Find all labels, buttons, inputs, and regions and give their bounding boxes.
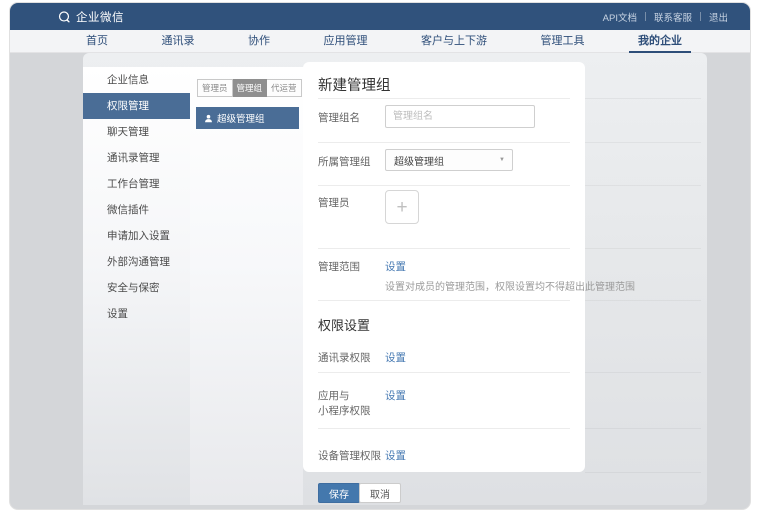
group-name-label: 管理组名	[318, 110, 360, 125]
divider	[318, 248, 570, 249]
divider	[318, 98, 570, 99]
form-title: 新建管理组	[318, 74, 391, 95]
sidebar-item-join-settings[interactable]: 申请加入设置	[83, 223, 190, 249]
group-list-item-super-admin[interactable]: 超级管理组	[196, 107, 299, 129]
tab-management-groups[interactable]: 管理组	[233, 79, 268, 97]
parent-group-selected-value: 超级管理组	[394, 153, 444, 168]
api-docs-link[interactable]: API文档	[595, 10, 645, 24]
background-divider	[585, 185, 701, 186]
admins-label: 管理员	[318, 195, 350, 210]
app-window: 企业微信 API文档 联系客服 退出 首页 通讯录 协作 应用管理 客户与上下游…	[10, 3, 750, 509]
background-divider	[585, 372, 701, 373]
scope-description: 设置对成员的管理范围，权限设置均不得超出此管理范围	[385, 278, 635, 293]
tab-administrators[interactable]: 管理员	[197, 79, 233, 97]
group-item-label: 超级管理组	[217, 111, 265, 125]
sidebar-item-permission-management[interactable]: 权限管理	[83, 93, 190, 119]
scope-set-link[interactable]: 设置	[385, 259, 406, 274]
app-permission-label-line2: 小程序权限	[318, 403, 371, 418]
group-tabs: 管理员 管理组 代运营 +	[190, 67, 303, 97]
nav-collaboration[interactable]: 协作	[248, 30, 270, 53]
sidebar-item-external-communication[interactable]: 外部沟通管理	[83, 249, 190, 275]
divider	[318, 185, 570, 186]
divider	[318, 300, 570, 301]
contacts-permission-set-link[interactable]: 设置	[385, 350, 406, 365]
nav-my-company[interactable]: 我的企业	[638, 30, 682, 53]
background-divider	[585, 98, 701, 99]
sidebar-item-workbench-management[interactable]: 工作台管理	[83, 171, 190, 197]
save-button[interactable]: 保存	[318, 483, 360, 503]
background-divider	[585, 300, 701, 301]
add-admin-button[interactable]: +	[385, 190, 419, 224]
nav-contacts[interactable]: 通讯录	[162, 30, 195, 53]
background-divider	[585, 428, 701, 429]
brand-name: 企业微信	[76, 9, 124, 25]
permissions-section-title: 权限设置	[318, 315, 370, 334]
admin-group-column: 管理员 管理组 代运营 + 超级管理组	[190, 67, 303, 505]
parent-group-select[interactable]: 超级管理组 ▼	[385, 149, 513, 171]
logout-link[interactable]: 退出	[701, 10, 736, 24]
sidebar-item-company-info[interactable]: 企业信息	[83, 67, 190, 93]
top-bar: 企业微信 API文档 联系客服 退出	[10, 3, 750, 30]
group-name-input[interactable]	[385, 105, 535, 128]
person-icon	[204, 114, 213, 123]
parent-group-label: 所属管理组	[318, 154, 371, 169]
device-permission-set-link[interactable]: 设置	[385, 448, 406, 463]
sidebar-item-security[interactable]: 安全与保密	[83, 275, 190, 301]
contact-support-link[interactable]: 联系客服	[646, 10, 700, 24]
divider	[318, 142, 570, 143]
cancel-button[interactable]: 取消	[359, 483, 401, 503]
background-divider	[585, 142, 701, 143]
brand-logo: 企业微信	[57, 9, 124, 25]
settings-sidebar: 企业信息 权限管理 聊天管理 通讯录管理 工作台管理 微信插件 申请加入设置 外…	[83, 67, 190, 505]
scope-label: 管理范围	[318, 259, 360, 274]
background-divider	[585, 248, 701, 249]
main-nav: 首页 通讯录 协作 应用管理 客户与上下游 管理工具 我的企业	[10, 30, 750, 53]
contacts-permission-label: 通讯录权限	[318, 350, 371, 365]
divider	[318, 372, 570, 373]
sidebar-item-contacts-management[interactable]: 通讯录管理	[83, 145, 190, 171]
top-links: API文档 联系客服 退出	[595, 10, 736, 24]
sidebar-item-chat-management[interactable]: 聊天管理	[83, 119, 190, 145]
app-permission-set-link[interactable]: 设置	[385, 388, 406, 403]
nav-home[interactable]: 首页	[86, 30, 108, 53]
nav-customers[interactable]: 客户与上下游	[421, 30, 487, 53]
nav-app-management[interactable]: 应用管理	[324, 30, 368, 53]
new-group-form-card: 新建管理组 管理组名 所属管理组 超级管理组 ▼ 管理员 + 管理范围 设置 设…	[303, 62, 585, 472]
nav-admin-tools[interactable]: 管理工具	[541, 30, 585, 53]
sidebar-item-wechat-plugin[interactable]: 微信插件	[83, 197, 190, 223]
chevron-down-icon: ▼	[499, 157, 505, 163]
device-permission-label: 设备管理权限	[318, 448, 381, 463]
sidebar-item-settings[interactable]: 设置	[83, 301, 190, 327]
tab-agent-operation[interactable]: 代运营	[267, 79, 302, 97]
app-permission-label-line1: 应用与	[318, 388, 350, 403]
content-area: 企业信息 权限管理 聊天管理 通讯录管理 工作台管理 微信插件 申请加入设置 外…	[10, 53, 750, 509]
divider	[318, 428, 570, 429]
wechat-work-bubble-icon	[57, 10, 71, 24]
background-divider	[585, 472, 701, 473]
